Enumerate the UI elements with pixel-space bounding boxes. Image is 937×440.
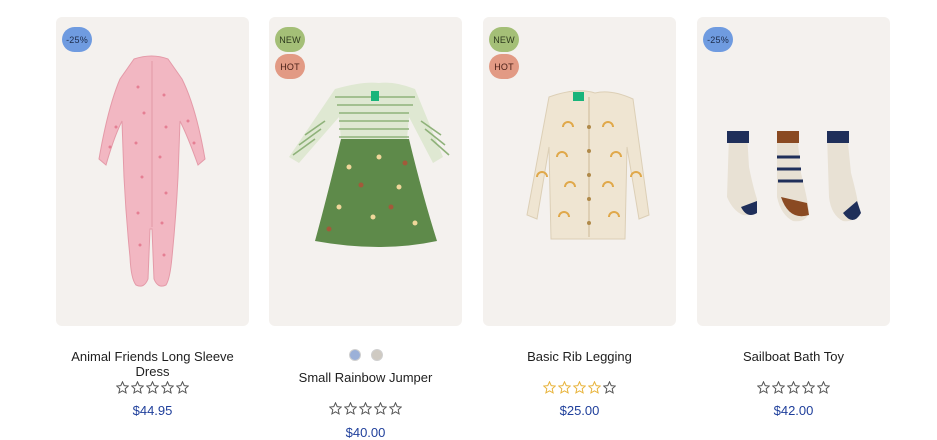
star-filled-icon bbox=[558, 381, 571, 394]
product-price: $42.00 bbox=[773, 403, 814, 418]
discount-badge: -25% bbox=[703, 27, 733, 52]
hot-badge: HOT bbox=[489, 54, 519, 79]
rating-stars bbox=[697, 381, 890, 394]
product-title[interactable]: Sailboat Bath Toy bbox=[697, 349, 890, 364]
star-filled-icon bbox=[543, 381, 556, 394]
product-card[interactable]: NEW HOT Basic Rib Legging $25.00 bbox=[483, 17, 676, 418]
pink-sleepsuit-image bbox=[98, 55, 206, 287]
star-empty-icon bbox=[359, 402, 372, 415]
star-empty-icon bbox=[389, 402, 402, 415]
star-empty-icon bbox=[603, 381, 616, 394]
discount-badge: -25% bbox=[62, 27, 92, 52]
product-price: $40.00 bbox=[345, 425, 386, 440]
socks-image bbox=[727, 131, 861, 222]
product-card[interactable]: -25% Sailboat Bath Toy $42.00 bbox=[697, 17, 890, 418]
star-filled-icon bbox=[588, 381, 601, 394]
rating-stars bbox=[269, 402, 462, 415]
star-empty-icon bbox=[146, 381, 159, 394]
product-image[interactable]: NEW HOT bbox=[483, 17, 676, 326]
product-title[interactable]: Small Rainbow Jumper bbox=[269, 370, 462, 385]
star-filled-icon bbox=[573, 381, 586, 394]
rating-stars bbox=[483, 381, 676, 394]
star-empty-icon bbox=[116, 381, 129, 394]
hot-badge: HOT bbox=[275, 54, 305, 79]
new-badge: NEW bbox=[489, 27, 519, 52]
product-card[interactable]: NEW HOT Small Rainbow Jumper $40.00 bbox=[269, 17, 462, 440]
star-empty-icon bbox=[757, 381, 770, 394]
product-price: $25.00 bbox=[559, 403, 600, 418]
color-swatch[interactable] bbox=[348, 349, 361, 361]
product-title[interactable]: Basic Rib Legging bbox=[483, 349, 676, 364]
star-empty-icon bbox=[817, 381, 830, 394]
star-empty-icon bbox=[131, 381, 144, 394]
rating-stars bbox=[56, 381, 249, 394]
star-empty-icon bbox=[329, 402, 342, 415]
product-price: $44.95 bbox=[132, 403, 173, 418]
product-image[interactable]: NEW HOT bbox=[269, 17, 462, 326]
product-title[interactable]: Animal Friends Long Sleeve Dress bbox=[56, 349, 249, 379]
star-empty-icon bbox=[176, 381, 189, 394]
color-swatches bbox=[269, 349, 462, 361]
color-swatch[interactable] bbox=[370, 349, 383, 361]
product-card[interactable]: -25% Animal Friends Long Sleeve Dress $4… bbox=[56, 17, 249, 418]
star-empty-icon bbox=[374, 402, 387, 415]
product-image[interactable]: -25% bbox=[697, 17, 890, 326]
product-image[interactable]: -25% bbox=[56, 17, 249, 326]
new-badge: NEW bbox=[275, 27, 305, 52]
star-empty-icon bbox=[161, 381, 174, 394]
star-empty-icon bbox=[772, 381, 785, 394]
star-empty-icon bbox=[802, 381, 815, 394]
star-empty-icon bbox=[344, 402, 357, 415]
star-empty-icon bbox=[787, 381, 800, 394]
